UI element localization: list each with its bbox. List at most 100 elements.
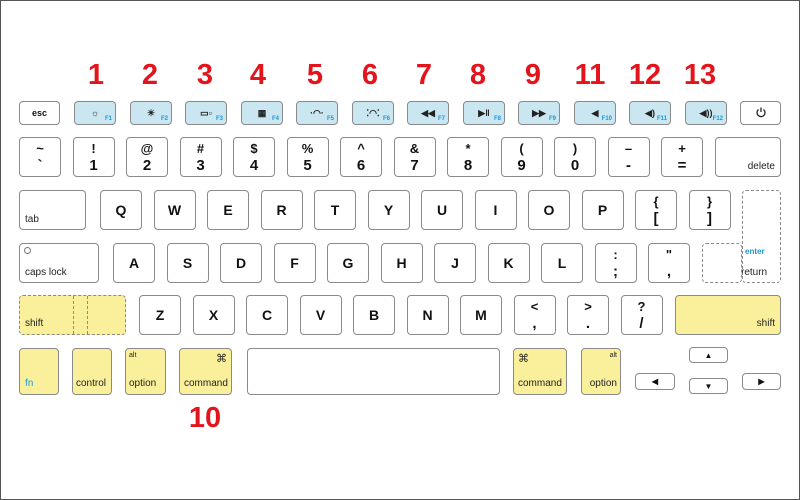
key-f9[interactable]: ▶▶ F9 — [518, 101, 560, 125]
key-f2[interactable]: ☀ F2 — [130, 101, 172, 125]
key-6[interactable]: ^ 6 — [340, 137, 382, 177]
key-bracket[interactable]: {[ — [635, 190, 677, 230]
key-f1[interactable]: ☼ F1 — [74, 101, 116, 125]
key-caps-lock[interactable]: caps lock — [19, 243, 99, 283]
key-t[interactable]: T — [314, 190, 356, 230]
key-shift-char: @ — [140, 140, 154, 156]
key-f12[interactable]: ◀)) F12 — [685, 101, 727, 125]
key-`[interactable]: ~ ` — [19, 137, 61, 177]
key-arrow-right[interactable]: ▶ — [742, 373, 781, 390]
key-char: Y — [383, 202, 394, 218]
key-arrow-left[interactable]: ◀ — [635, 373, 675, 390]
key-n[interactable]: N — [406, 295, 449, 335]
command-symbol-icon: ⌘ — [518, 353, 529, 365]
key-h[interactable]: H — [380, 243, 423, 283]
key-shift-char: ( — [519, 140, 524, 156]
key-5[interactable]: % 5 — [286, 137, 329, 177]
key-power[interactable] — [740, 101, 781, 125]
key-0[interactable]: ) 0 — [554, 137, 596, 177]
key-char: 6 — [356, 156, 366, 174]
key-punct[interactable]: ", — [648, 243, 690, 283]
key-z[interactable]: Z — [139, 295, 181, 335]
key-b[interactable]: B — [353, 295, 395, 335]
key-2[interactable]: @2 — [126, 137, 168, 177]
key-f11[interactable]: ◀) F11 — [629, 101, 671, 125]
key-punct[interactable]: ? / — [620, 295, 663, 335]
key-f4[interactable]: ▦ F4 — [241, 101, 283, 125]
key-punct[interactable]: :; — [594, 243, 637, 283]
key-char: Q — [115, 202, 127, 218]
key--[interactable]: – - — [607, 137, 650, 177]
key-w[interactable]: W — [153, 190, 196, 230]
key-k[interactable]: K — [487, 243, 530, 283]
key-right-option[interactable]: alt option — [581, 348, 621, 395]
key-shift-char: ~ — [36, 140, 44, 156]
key-return[interactable]: enter return — [741, 190, 781, 283]
key-left-shift[interactable]: shift — [19, 295, 126, 335]
key-f10[interactable]: ◀ F10 — [574, 101, 616, 125]
key-char: = — [677, 156, 687, 174]
callout-number: 9 — [524, 59, 542, 91]
key-o[interactable]: O — [528, 190, 570, 230]
key-v[interactable]: V — [299, 295, 342, 335]
key-a[interactable]: A — [113, 243, 155, 283]
key-f7[interactable]: ◀◀ F7 — [407, 101, 449, 125]
key-l[interactable]: L — [541, 243, 583, 283]
key-4[interactable]: $4 — [233, 137, 275, 177]
key-u[interactable]: U — [421, 190, 463, 230]
key-x[interactable]: X — [192, 295, 235, 335]
key-r[interactable]: R — [260, 190, 303, 230]
key-1[interactable]: ! 1 — [72, 137, 115, 177]
key-arrow-up[interactable]: ▲ — [689, 347, 728, 363]
key-p[interactable]: P — [581, 190, 624, 230]
key-f3[interactable]: ▭▫ F3 — [185, 101, 227, 125]
key-shift-char: & — [409, 140, 420, 156]
key-right-command[interactable]: ⌘ command — [513, 348, 567, 395]
key-m[interactable]: M — [460, 295, 502, 335]
key-f[interactable]: F — [273, 243, 316, 283]
key-left-option[interactable]: alt option — [125, 348, 166, 395]
key-f6[interactable]: ⁚◠⁚ F6 — [352, 101, 394, 125]
key-s[interactable]: S — [166, 243, 209, 283]
key-space[interactable] — [247, 348, 500, 395]
key-j[interactable]: J — [434, 243, 476, 283]
key-3[interactable]: #3 — [179, 137, 222, 177]
key-right-shift[interactable]: shift — [675, 295, 781, 335]
key-shift-char: # — [196, 140, 205, 156]
key-e[interactable]: E — [207, 190, 249, 230]
key-char: P — [597, 202, 608, 218]
shift-divider — [87, 296, 88, 334]
key-char: 4 — [249, 156, 259, 174]
key-shift-char: : — [613, 246, 618, 262]
key-i[interactable]: I — [474, 190, 517, 230]
key-left-command[interactable]: ⌘ command — [179, 348, 232, 395]
key-shift-char: ) — [572, 140, 578, 156]
key-char: R — [276, 202, 287, 218]
key-fn[interactable]: fn — [19, 348, 59, 395]
key-g[interactable]: G — [327, 243, 369, 283]
key-punct[interactable]: <, — [513, 295, 556, 335]
key-d[interactable]: D — [220, 243, 262, 283]
mission-control-icon: ▭▫ — [200, 107, 212, 118]
key-y[interactable]: Y — [367, 190, 410, 230]
key-7[interactable]: & 7 — [393, 137, 436, 177]
key-9[interactable]: (9 — [500, 137, 543, 177]
key-punct[interactable]: >. — [567, 295, 609, 335]
key-esc[interactable]: esc — [19, 101, 60, 125]
key-return-left[interactable] — [702, 243, 742, 283]
return-label: return — [741, 267, 768, 278]
key-f5[interactable]: ·◠· F5 — [296, 101, 338, 125]
key-c[interactable]: C — [246, 295, 288, 335]
key-control[interactable]: control — [72, 348, 112, 395]
key-q[interactable]: Q — [100, 190, 142, 230]
key-tab[interactable]: tab — [19, 190, 86, 230]
key-f8[interactable]: ▶ǁ F8 — [463, 101, 505, 125]
arrow-left-icon: ◀ — [651, 377, 659, 386]
key-bracket[interactable]: }] — [688, 190, 731, 230]
key-8[interactable]: * 8 — [447, 137, 489, 177]
key-arrow-down[interactable]: ▼ — [689, 378, 728, 394]
key-delete[interactable]: delete — [715, 137, 781, 177]
key-label: command — [518, 378, 562, 389]
key-=[interactable]: + = — [661, 137, 703, 177]
key-char: U — [436, 202, 448, 218]
